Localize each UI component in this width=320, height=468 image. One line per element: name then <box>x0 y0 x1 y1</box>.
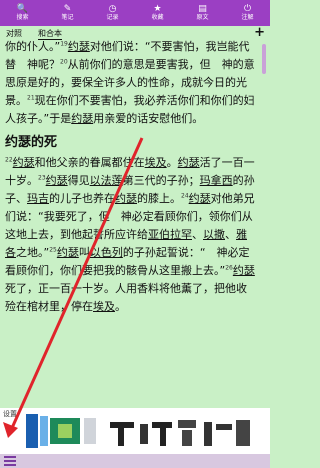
red-arrow-annotation <box>3 137 144 438</box>
